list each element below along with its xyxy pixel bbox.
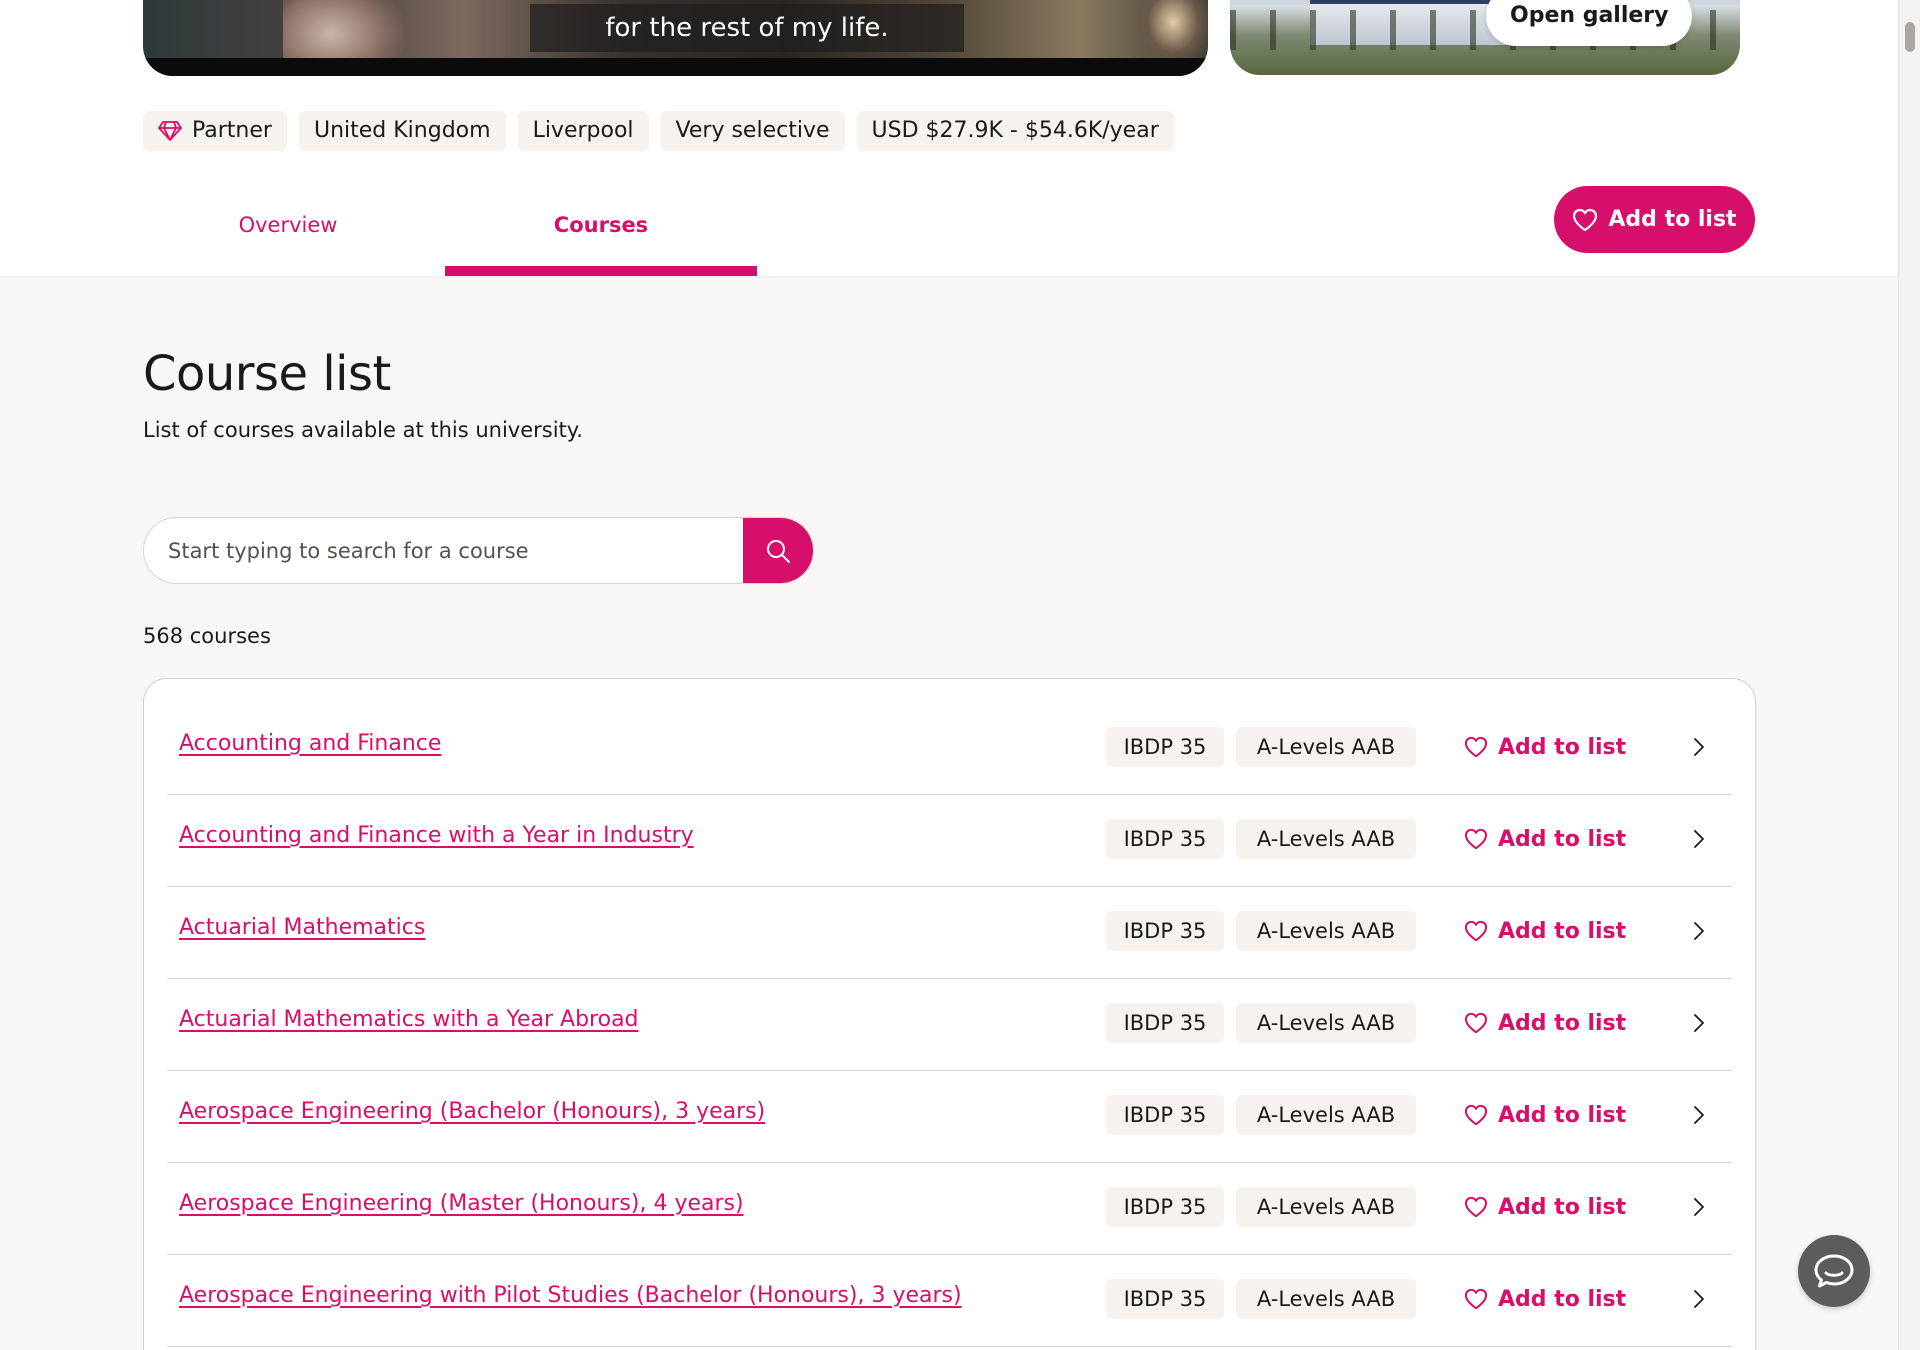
- alevel-requirement-badge: A-Levels AAB: [1236, 911, 1416, 951]
- course-row: Aerospace Engineering (Bachelor (Honours…: [167, 1071, 1732, 1163]
- video-controls-bar: [143, 58, 1208, 76]
- add-course-to-list-button[interactable]: Add to list: [1464, 1185, 1626, 1229]
- campus-video[interactable]: for the rest of my life.: [143, 0, 1208, 76]
- chevron-right-icon[interactable]: [1683, 1099, 1715, 1131]
- scrollbar-thumb[interactable]: [1905, 22, 1915, 52]
- tag-label: United Kingdom: [313, 118, 491, 143]
- ib-requirement-badge: IBDP 35: [1106, 1095, 1224, 1135]
- search-icon: [767, 539, 790, 563]
- course-link[interactable]: Aerospace Engineering with Pilot Studies…: [179, 1283, 962, 1308]
- heart-icon: [1464, 920, 1488, 942]
- chevron-right-icon[interactable]: [1683, 1191, 1715, 1223]
- course-list-card: Accounting and Finance IBDP 35 A-Levels …: [143, 678, 1756, 1350]
- diamond-icon: [158, 121, 182, 141]
- heart-icon: [1464, 828, 1488, 850]
- heart-icon: [1464, 1104, 1488, 1126]
- tag-label: Partner: [192, 118, 272, 143]
- open-gallery-button[interactable]: Open gallery: [1486, 0, 1693, 46]
- add-to-list-label: Add to list: [1498, 918, 1627, 944]
- course-search: [143, 517, 814, 584]
- scrollbar[interactable]: [1898, 0, 1920, 1350]
- add-to-list-label: Add to list: [1498, 826, 1627, 852]
- page-subtitle: List of courses available at this univer…: [143, 418, 583, 442]
- video-caption: for the rest of my life.: [530, 4, 964, 52]
- tab-overview[interactable]: Overview: [143, 190, 433, 276]
- search-input[interactable]: [144, 518, 744, 583]
- course-link[interactable]: Aerospace Engineering (Bachelor (Honours…: [179, 1099, 765, 1124]
- chevron-right-icon[interactable]: [1683, 915, 1715, 947]
- alevel-requirement-badge: A-Levels AAB: [1236, 1003, 1416, 1043]
- add-to-list-label: Add to list: [1498, 1010, 1627, 1036]
- ib-requirement-badge: IBDP 35: [1106, 1003, 1224, 1043]
- section-tabs: Overview Courses: [143, 190, 757, 276]
- add-course-to-list-button[interactable]: Add to list: [1464, 1001, 1626, 1045]
- ib-requirement-badge: IBDP 35: [1106, 1187, 1224, 1227]
- tag-partner: Partner: [143, 111, 287, 151]
- course-link[interactable]: Actuarial Mathematics: [179, 915, 425, 940]
- add-course-to-list-button[interactable]: Add to list: [1464, 909, 1626, 953]
- chat-icon: [1814, 1254, 1854, 1288]
- tag-label: Liverpool: [532, 118, 634, 143]
- search-button[interactable]: [743, 518, 813, 583]
- heart-icon: [1464, 1288, 1488, 1310]
- course-row: Aerospace Engineering with Pilot Studies…: [167, 1255, 1732, 1347]
- alevel-requirement-badge: A-Levels AAB: [1236, 1279, 1416, 1319]
- course-link[interactable]: Accounting and Finance: [179, 731, 441, 756]
- tag-country: United Kingdom: [298, 111, 506, 151]
- course-row: Actuarial Mathematics IBDP 35 A-Levels A…: [167, 887, 1732, 979]
- add-course-to-list-button[interactable]: Add to list: [1464, 1093, 1626, 1137]
- course-link[interactable]: Aerospace Engineering (Master (Honours),…: [179, 1191, 744, 1216]
- add-to-list-label: Add to list: [1498, 734, 1627, 760]
- add-to-list-button[interactable]: Add to list: [1554, 186, 1755, 253]
- alevel-requirement-badge: A-Levels AAB: [1236, 819, 1416, 859]
- course-link[interactable]: Accounting and Finance with a Year in In…: [179, 823, 694, 848]
- chat-button[interactable]: [1798, 1235, 1870, 1307]
- tag-tuition: USD $27.9K - $54.6K/year: [856, 111, 1174, 151]
- add-to-list-label: Add to list: [1498, 1286, 1627, 1312]
- tab-courses[interactable]: Courses: [445, 190, 757, 276]
- chevron-right-icon[interactable]: [1683, 1283, 1715, 1315]
- chevron-right-icon[interactable]: [1683, 731, 1715, 763]
- add-course-to-list-button[interactable]: Add to list: [1464, 725, 1626, 769]
- add-to-list-label: Add to list: [1608, 207, 1737, 232]
- tag-label: Very selective: [675, 118, 830, 143]
- course-row: Accounting and Finance IBDP 35 A-Levels …: [167, 703, 1732, 795]
- ib-requirement-badge: IBDP 35: [1106, 1279, 1224, 1319]
- tag-label: USD $27.9K - $54.6K/year: [871, 118, 1159, 143]
- alevel-requirement-badge: A-Levels AAB: [1236, 1187, 1416, 1227]
- heart-icon: [1573, 208, 1598, 231]
- tag-city: Liverpool: [517, 111, 649, 151]
- alevel-requirement-badge: A-Levels AAB: [1236, 1095, 1416, 1135]
- chevron-right-icon[interactable]: [1683, 1007, 1715, 1039]
- tag-selectivity: Very selective: [660, 111, 845, 151]
- heart-icon: [1464, 736, 1488, 758]
- page-title: Course list: [143, 346, 391, 402]
- alevel-requirement-badge: A-Levels AAB: [1236, 727, 1416, 767]
- add-to-list-label: Add to list: [1498, 1194, 1627, 1220]
- ib-requirement-badge: IBDP 35: [1106, 911, 1224, 951]
- heart-icon: [1464, 1196, 1488, 1218]
- university-tags: Partner United Kingdom Liverpool Very se…: [143, 111, 1174, 151]
- add-to-list-label: Add to list: [1498, 1102, 1627, 1128]
- course-count: 568 courses: [143, 624, 271, 648]
- course-row: Actuarial Mathematics with a Year Abroad…: [167, 979, 1732, 1071]
- chevron-right-icon[interactable]: [1683, 823, 1715, 855]
- heart-icon: [1464, 1012, 1488, 1034]
- ib-requirement-badge: IBDP 35: [1106, 727, 1224, 767]
- course-link[interactable]: Actuarial Mathematics with a Year Abroad: [179, 1007, 639, 1032]
- add-course-to-list-button[interactable]: Add to list: [1464, 1277, 1626, 1321]
- course-row: Accounting and Finance with a Year in In…: [167, 795, 1732, 887]
- add-course-to-list-button[interactable]: Add to list: [1464, 817, 1626, 861]
- ib-requirement-badge: IBDP 35: [1106, 819, 1224, 859]
- course-row: Aerospace Engineering (Master (Honours),…: [167, 1163, 1732, 1255]
